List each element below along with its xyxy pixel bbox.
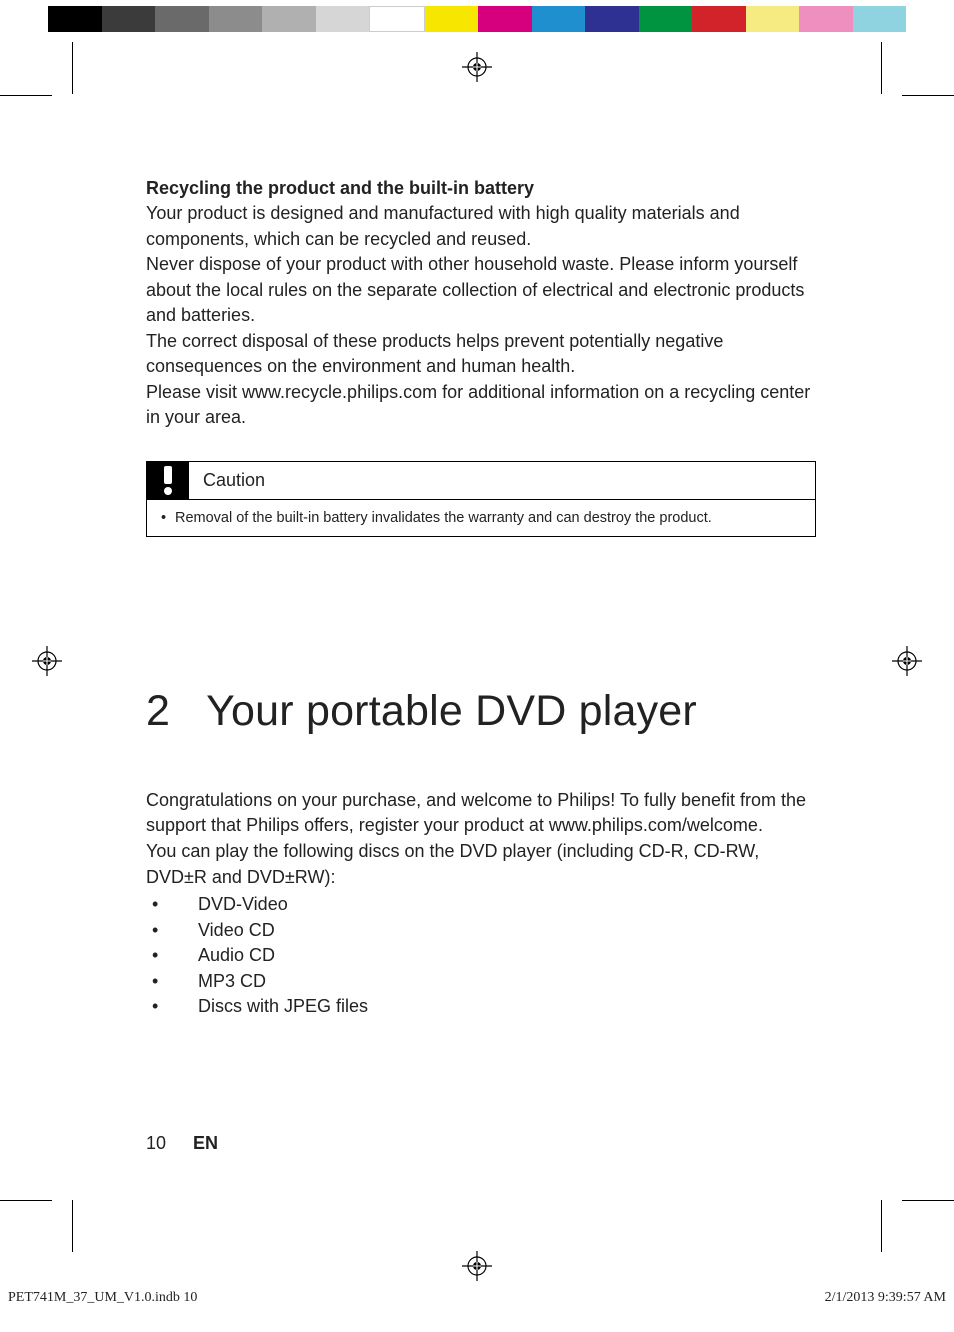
print-color-bar bbox=[48, 6, 906, 32]
crop-mark bbox=[0, 95, 52, 96]
imprint-timestamp: 2/1/2013 9:39:57 AM bbox=[825, 1290, 946, 1306]
crop-mark bbox=[881, 1200, 882, 1252]
recycle-p2: Never dispose of your product with other… bbox=[146, 252, 816, 329]
registration-mark-icon bbox=[462, 52, 492, 82]
crop-mark bbox=[902, 1200, 954, 1201]
caution-body: •Removal of the built-in battery invalid… bbox=[147, 500, 815, 536]
recycle-p4: Please visit www.recycle.philips.com for… bbox=[146, 380, 816, 431]
caution-item: Removal of the built-in battery invalida… bbox=[175, 510, 712, 526]
section-2-body: Congratulations on your purchase, and we… bbox=[146, 788, 816, 1020]
page-number: 10 bbox=[146, 1133, 166, 1153]
crop-mark bbox=[72, 1200, 73, 1252]
crop-mark bbox=[902, 95, 954, 96]
crop-mark bbox=[881, 42, 882, 94]
section-2-number: 2 bbox=[146, 687, 170, 736]
list-item: •MP3 CD bbox=[146, 969, 816, 995]
crop-mark bbox=[0, 1200, 52, 1201]
section-2: 2 Your portable DVD player Congratulation… bbox=[146, 687, 816, 1020]
caution-box: Caution •Removal of the built-in battery… bbox=[146, 461, 816, 537]
crop-mark bbox=[72, 42, 73, 94]
imprint-file: PET741M_37_UM_V1.0.indb 10 bbox=[8, 1290, 197, 1306]
list-item: •Video CD bbox=[146, 918, 816, 944]
recycle-p1: Your product is designed and manufacture… bbox=[146, 201, 816, 252]
registration-mark-icon bbox=[32, 646, 62, 676]
recycle-p3: The correct disposal of these products h… bbox=[146, 329, 816, 380]
recycle-heading: Recycling the product and the built-in b… bbox=[146, 178, 816, 199]
content-area: Recycling the product and the built-in b… bbox=[146, 178, 816, 1020]
page-footer: 10 EN bbox=[146, 1133, 218, 1154]
language-code: EN bbox=[193, 1133, 218, 1153]
list-item: •Discs with JPEG files bbox=[146, 994, 816, 1020]
page: Recycling the product and the built-in b… bbox=[0, 0, 954, 1332]
section-2-heading: Your portable DVD player bbox=[206, 687, 697, 735]
section-2-p1: Congratulations on your purchase, and we… bbox=[146, 788, 816, 839]
section-2-title: 2 Your portable DVD player bbox=[146, 687, 816, 736]
disc-list: •DVD-Video •Video CD •Audio CD •MP3 CD •… bbox=[146, 892, 816, 1020]
section-2-p2: You can play the following discs on the … bbox=[146, 839, 816, 890]
registration-mark-icon bbox=[462, 1251, 492, 1281]
imprint-line: PET741M_37_UM_V1.0.indb 10 2/1/2013 9:39… bbox=[8, 1290, 946, 1306]
list-item: •Audio CD bbox=[146, 943, 816, 969]
caution-header: Caution bbox=[147, 462, 815, 500]
caution-icon bbox=[147, 462, 189, 499]
caution-label: Caution bbox=[189, 462, 279, 499]
list-item: •DVD-Video bbox=[146, 892, 816, 918]
registration-mark-icon bbox=[892, 646, 922, 676]
